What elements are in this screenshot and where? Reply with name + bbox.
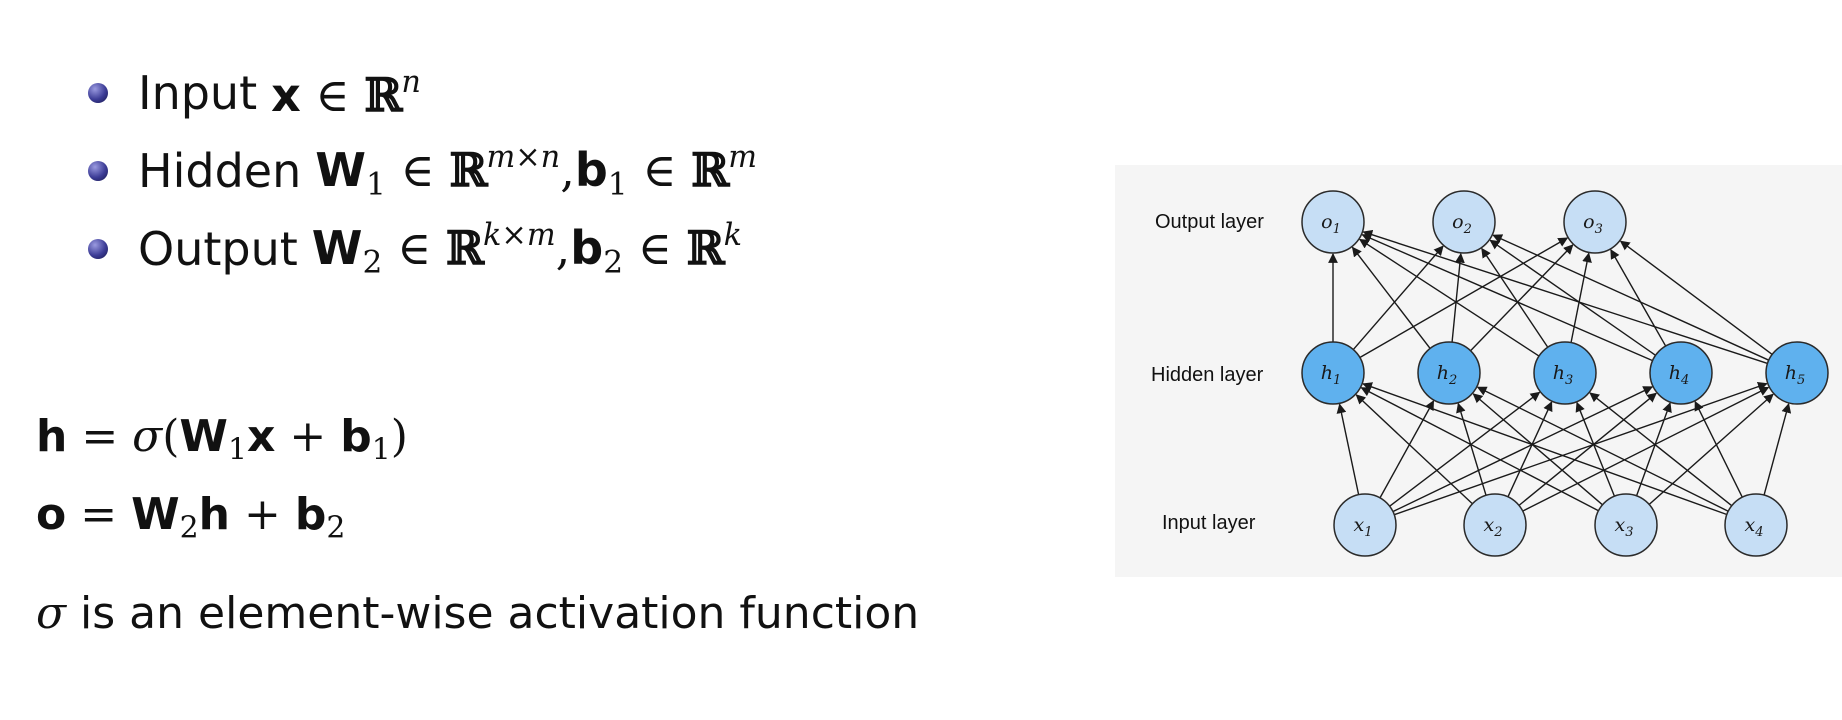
- edge-h4-o3: [1610, 248, 1667, 347]
- edge-x2-h5: [1522, 386, 1770, 512]
- node-x2: x2: [1463, 493, 1527, 557]
- bullet-input: Input x ∈ ℝn: [88, 54, 757, 132]
- node-x3: x3: [1594, 493, 1658, 557]
- edge-h2-o1: [1351, 246, 1431, 349]
- edge-x1-h1: [1336, 403, 1360, 495]
- node-x4: x4: [1724, 493, 1788, 557]
- sigma-symbol: σ: [36, 588, 67, 639]
- edge-x3-h1: [1360, 387, 1599, 512]
- node-o2: o2: [1432, 190, 1496, 254]
- bullet-output: Output W2 ∈ ℝk×m,b2 ∈ ℝk: [88, 210, 757, 288]
- bullet-input-label: Input: [138, 66, 258, 120]
- edge-x4-h2: [1476, 386, 1729, 512]
- input-layer-label: Input layer: [1162, 512, 1256, 534]
- node-o1: o1: [1301, 190, 1365, 254]
- forward-equations: h = σ(W1x + b1) o = W2h + b2: [36, 398, 408, 554]
- output-equation: o = W2h + b2: [36, 489, 346, 546]
- node-o3: o3: [1563, 190, 1627, 254]
- output-weight-symbol: W: [311, 220, 363, 275]
- node-h3: h3: [1533, 341, 1597, 405]
- edge-h2-o2: [1451, 252, 1465, 343]
- output-layer-label: Output layer: [1155, 211, 1264, 233]
- definition-list: Input x ∈ ℝn Hidden W1 ∈ ℝm×n,b1 ∈ ℝm Ou…: [88, 54, 757, 288]
- node-group: o1 o2 o3 h1 h2 h3 h4 h5 x1 x2 x3 x4: [1301, 190, 1829, 557]
- input-vector-symbol: x: [271, 67, 301, 122]
- edge-x3-h3: [1575, 401, 1616, 497]
- edge-x1-h3: [1389, 391, 1541, 507]
- bullet-hidden-label: Hidden: [138, 144, 302, 198]
- node-h2: h2: [1417, 341, 1481, 405]
- hidden-bias-symbol: b: [574, 142, 608, 197]
- hidden-layer-label: Hidden layer: [1151, 364, 1264, 386]
- bullet-hidden: Hidden W1 ∈ ℝm×n,b1 ∈ ℝm: [88, 132, 757, 210]
- bullet-dot-icon: [88, 239, 108, 259]
- edge-h3-o1: [1358, 238, 1540, 357]
- edge-h4-o1: [1361, 233, 1653, 362]
- network-diagram-svg: o1 o2 o3 h1 h2 h3 h4 h5 x1 x2 x3 x4 Output layer Hi…: [1151, 190, 1829, 557]
- output-bias-symbol: b: [570, 220, 604, 275]
- edge-h1-o2: [1352, 245, 1444, 351]
- network-diagram: o1 o2 o3 h1 h2 h3 h4 h5 x1 x2 x3 x4 Output layer Hi…: [1115, 165, 1842, 577]
- bullet-dot-icon: [88, 161, 108, 181]
- edge-x2-h4: [1518, 392, 1657, 506]
- edge-x3-h4: [1635, 402, 1672, 497]
- hidden-equation: h = σ(W1x + b1): [36, 411, 408, 468]
- activation-note-text: is an element-wise activation function: [80, 588, 920, 639]
- activation-note: σ is an element-wise activation function: [36, 588, 919, 639]
- edge-h3-o2: [1481, 247, 1549, 348]
- edge-h5-o2: [1492, 234, 1770, 361]
- node-h4: h4: [1649, 341, 1713, 405]
- bullet-output-label: Output: [138, 222, 298, 276]
- bullet-dot-icon: [88, 83, 108, 103]
- hidden-weight-symbol: W: [315, 142, 366, 197]
- node-h1: h1: [1301, 341, 1365, 405]
- edge-x1-h2: [1379, 400, 1435, 499]
- edge-x4-h5: [1763, 402, 1792, 496]
- node-x1: x1: [1333, 493, 1397, 557]
- node-h5: h5: [1765, 341, 1829, 405]
- edge-h2-o3: [1470, 244, 1574, 352]
- edge-x3-h2: [1472, 393, 1603, 506]
- edge-h5-o3: [1619, 240, 1773, 356]
